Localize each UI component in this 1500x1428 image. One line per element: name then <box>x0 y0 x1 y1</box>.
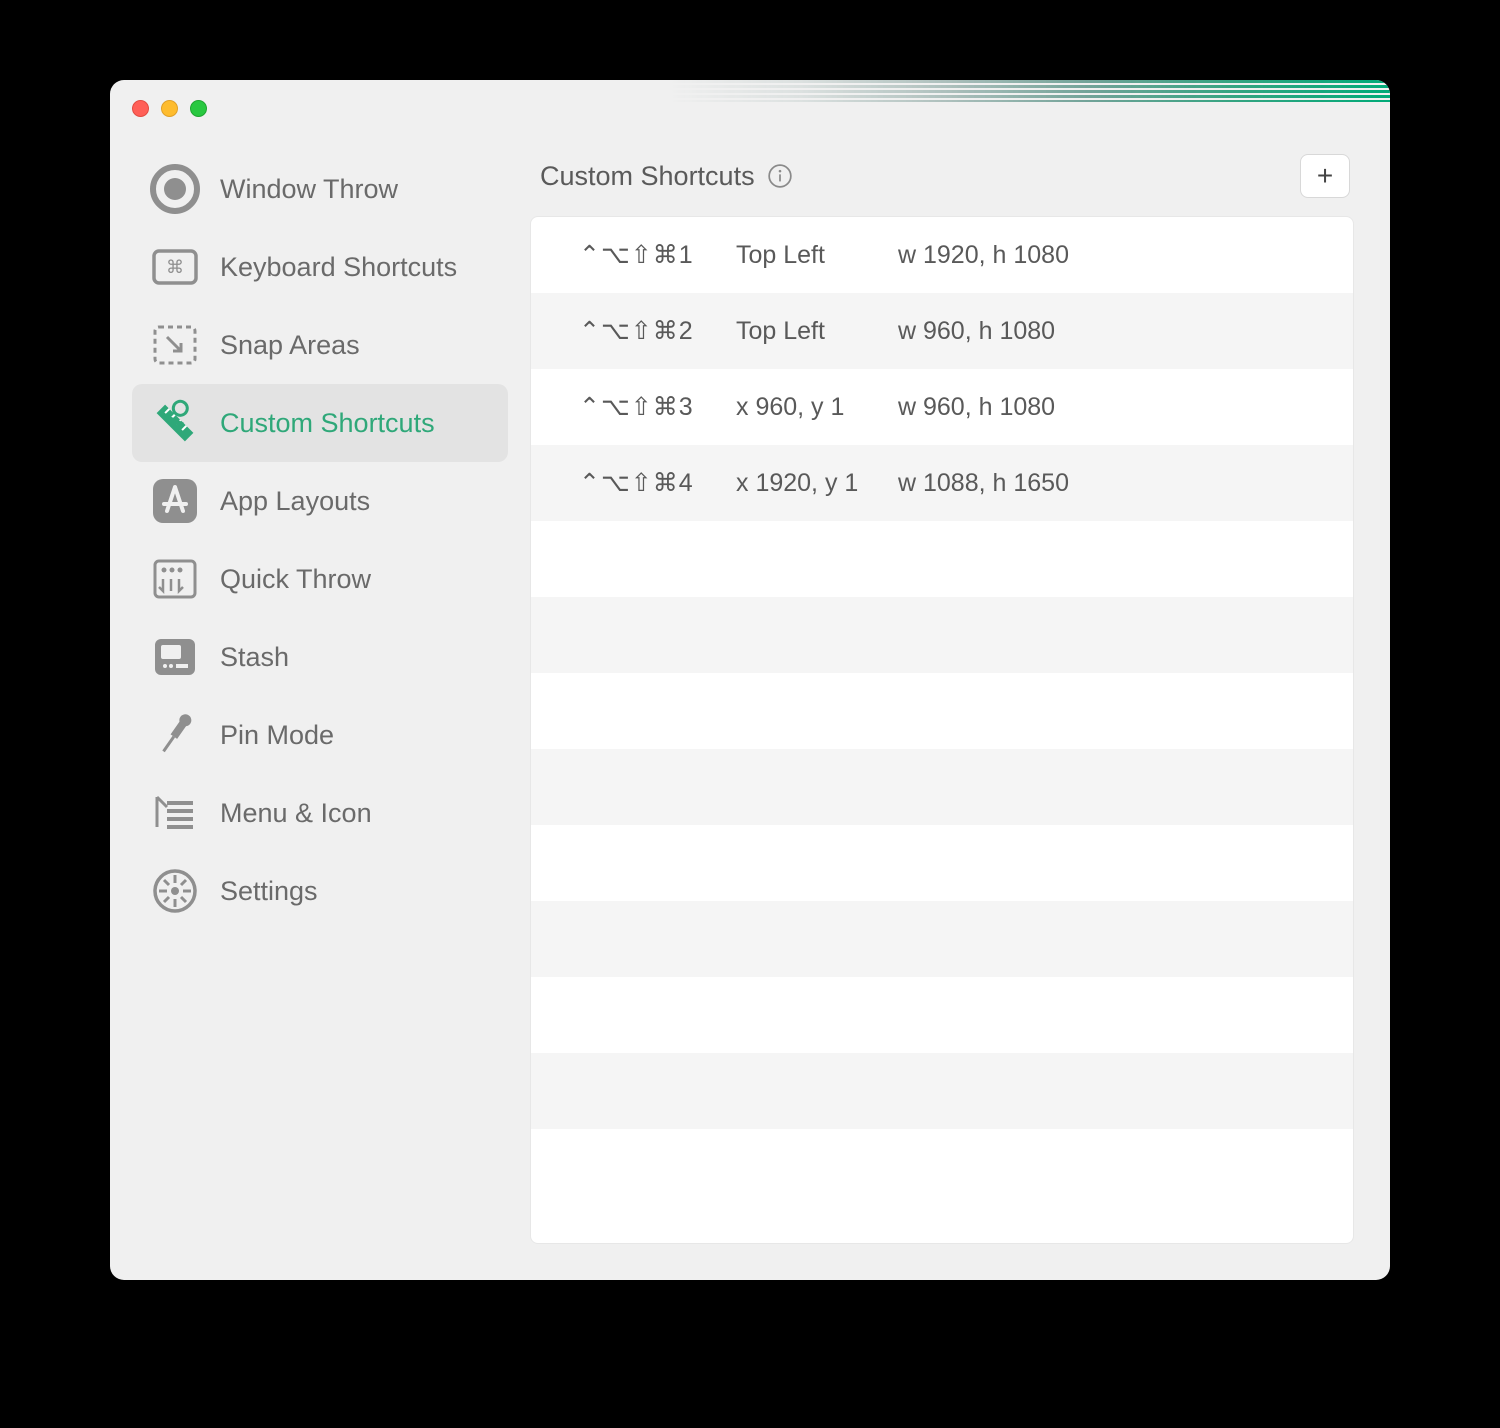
shortcut-row <box>531 825 1353 901</box>
appstore-icon <box>146 472 204 530</box>
preferences-window: Window Throw Keyboard Shortcuts Snap Areas… <box>110 80 1390 1280</box>
gear-icon <box>146 862 204 920</box>
target-icon <box>146 160 204 218</box>
menu-icon <box>146 784 204 842</box>
shortcuts-list: ⌃⌥⇧⌘1 Top Left w 1920, h 1080 ⌃⌥⇧⌘2 Top Left… <box>530 216 1354 1244</box>
shortcut-row <box>531 521 1353 597</box>
shortcut-row[interactable]: ⌃⌥⇧⌘2 Top Left w 960, h 1080 <box>531 293 1353 369</box>
shortcut-keys: ⌃⌥⇧⌘3 <box>579 392 714 422</box>
shortcut-row <box>531 977 1353 1053</box>
sidebar-item-label: Stash <box>220 642 289 673</box>
add-shortcut-button[interactable]: + <box>1300 154 1350 198</box>
keyboard-icon <box>146 238 204 296</box>
sidebar-item-snap-areas[interactable]: Snap Areas <box>132 306 508 384</box>
sidebar-item-quick-throw[interactable]: Quick Throw <box>132 540 508 618</box>
shortcut-position: Top Left <box>736 317 876 346</box>
sidebar-item-label: Settings <box>220 876 318 907</box>
shortcut-keys: ⌃⌥⇧⌘1 <box>579 240 714 270</box>
info-icon[interactable] <box>767 163 793 189</box>
shortcut-keys: ⌃⌥⇧⌘2 <box>579 316 714 346</box>
snap-icon <box>146 316 204 374</box>
sidebar-item-label: App Layouts <box>220 486 370 517</box>
sidebar-item-label: Pin Mode <box>220 720 334 751</box>
shortcut-size: w 1088, h 1650 <box>898 469 1069 498</box>
sidebar-item-custom-shortcuts[interactable]: Custom Shortcuts <box>132 384 508 462</box>
shortcut-row <box>531 597 1353 673</box>
ruler-icon <box>146 394 204 452</box>
sidebar-item-keyboard-shortcuts[interactable]: Keyboard Shortcuts <box>132 228 508 306</box>
shortcut-row <box>531 673 1353 749</box>
plus-icon: + <box>1317 162 1333 190</box>
shortcut-row[interactable]: ⌃⌥⇧⌘4 x 1920, y 1 w 1088, h 1650 <box>531 445 1353 521</box>
sidebar-item-label: Custom Shortcuts <box>220 408 435 439</box>
sidebar-item-stash[interactable]: Stash <box>132 618 508 696</box>
quick-icon <box>146 550 204 608</box>
sidebar-item-label: Window Throw <box>220 174 398 205</box>
traffic-lights <box>132 100 207 117</box>
shortcut-position: x 1920, y 1 <box>736 469 876 498</box>
panel-title-wrap: Custom Shortcuts <box>540 161 793 192</box>
main-panel: Custom Shortcuts + ⌃⌥⇧⌘1 Top Left w 1920, … <box>530 132 1390 1280</box>
sidebar-item-app-layouts[interactable]: App Layouts <box>132 462 508 540</box>
shortcut-row[interactable]: ⌃⌥⇧⌘3 x 960, y 1 w 960, h 1080 <box>531 369 1353 445</box>
shortcut-row <box>531 1129 1353 1205</box>
shortcut-row <box>531 901 1353 977</box>
shortcut-row <box>531 749 1353 825</box>
stash-icon <box>146 628 204 686</box>
shortcut-row <box>531 1053 1353 1129</box>
sidebar-item-label: Keyboard Shortcuts <box>220 252 457 283</box>
sidebar-item-window-throw[interactable]: Window Throw <box>132 150 508 228</box>
sidebar-item-label: Quick Throw <box>220 564 371 595</box>
shortcut-row[interactable]: ⌃⌥⇧⌘1 Top Left w 1920, h 1080 <box>531 217 1353 293</box>
sidebar-item-settings[interactable]: Settings <box>132 852 508 930</box>
panel-header: Custom Shortcuts + <box>530 154 1354 216</box>
shortcut-size: w 960, h 1080 <box>898 393 1055 422</box>
sidebar-item-pin-mode[interactable]: Pin Mode <box>132 696 508 774</box>
shortcut-position: x 960, y 1 <box>736 393 876 422</box>
minimize-button[interactable] <box>161 100 178 117</box>
pin-icon <box>146 706 204 764</box>
shortcut-position: Top Left <box>736 241 876 270</box>
shortcut-keys: ⌃⌥⇧⌘4 <box>579 468 714 498</box>
panel-title: Custom Shortcuts <box>540 161 755 192</box>
sidebar: Window Throw Keyboard Shortcuts Snap Areas… <box>110 132 530 1280</box>
shortcut-size: w 960, h 1080 <box>898 317 1055 346</box>
shortcut-size: w 1920, h 1080 <box>898 241 1069 270</box>
sidebar-item-label: Snap Areas <box>220 330 360 361</box>
window-content: Window Throw Keyboard Shortcuts Snap Areas… <box>110 80 1390 1280</box>
sidebar-item-menu-icon[interactable]: Menu & Icon <box>132 774 508 852</box>
zoom-button[interactable] <box>190 100 207 117</box>
close-button[interactable] <box>132 100 149 117</box>
titlebar-accent <box>670 80 1390 102</box>
sidebar-item-label: Menu & Icon <box>220 798 372 829</box>
